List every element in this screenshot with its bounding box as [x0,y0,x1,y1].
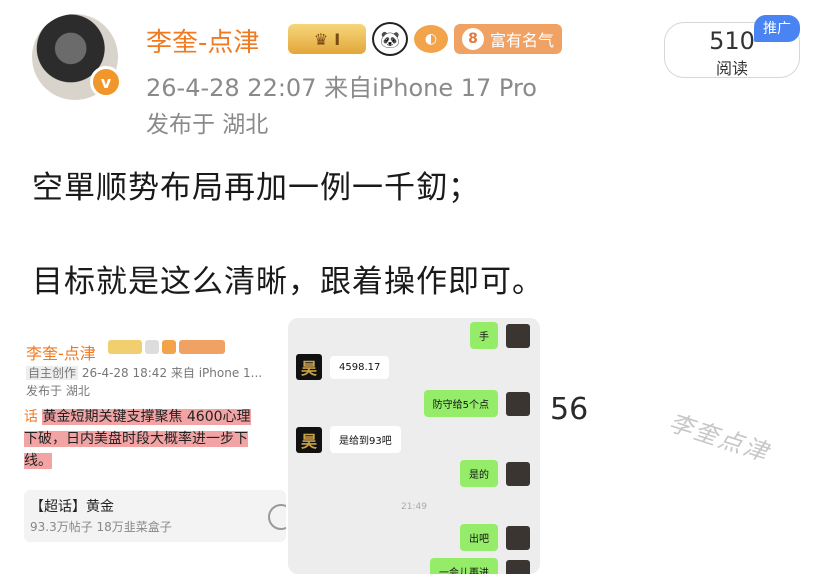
topic-stats: 93.3万帖子 18万韭菜盒子 [30,520,172,534]
post-text-line-1: 空單顺势布局再加一例一千釖； [32,170,480,206]
crown-icon [108,340,142,354]
chat-message: 昊 4598.17 [296,354,390,380]
fish-icon[interactable]: ◐ [414,25,448,53]
embedded-highlight-2: 下破，日内美盘时段大概率进一步下 [24,431,248,447]
chat-avatar-me [506,391,530,416]
chat-message: 昊 是给到93吧 [296,426,401,453]
chat-avatar-me [506,559,530,574]
author-badges: ♛ I 🐼 ◐ 8 富有名气 [288,22,562,56]
topic-title: 【超话】黄金 [30,499,114,515]
embedded-text-prefix: 话 [24,409,38,425]
side-number: 56 [550,392,589,427]
embedded-chat-screenshot[interactable]: 手 昊 4598.17 防守给5个点 昊 是给到93吧 是的 21:49 出吧 … [288,318,540,574]
chat-bubble: 防守给5个点 [423,390,498,417]
chat-message: 防守给5个点 [423,390,530,417]
chat-message: 一会儿再进 [430,558,530,574]
vip-level: I [334,29,341,49]
chat-message: 出吧 [460,524,530,551]
embedded-origin: 自主创作 [26,366,79,380]
chat-avatar-me [506,525,530,550]
embedded-meta: 自主创作 26-4-28 18:42 来自 iPhone 1... [26,364,262,381]
rich-level: 8 [461,28,484,50]
crown-icon: ♛ [313,29,329,49]
chat-message: 是的 [460,460,530,487]
chat-avatar-me [506,461,530,486]
chat-bubble: 4598.17 [330,355,390,379]
watermark: 李奎点津 [665,408,774,468]
chat-avatar-other: 昊 [296,426,322,453]
chat-timestamp: 21:49 [401,502,427,512]
fish-icon [162,340,176,354]
read-count-box[interactable]: 510 阅读 推广 [664,15,800,78]
embedded-time-device: 26-4-28 18:42 来自 iPhone 1... [81,366,263,380]
vip-crown-icon[interactable]: ♛ I [288,24,366,54]
chat-message: 手 [470,322,530,349]
chat-bubble: 出吧 [460,524,498,551]
read-label: 阅读 [715,59,748,78]
chat-avatar-me [506,323,530,348]
post-location: 发布于 湖北 [146,112,269,138]
author-name[interactable]: 李奎-点津 [146,22,259,59]
post-meta: 26-4-28 22:07 来自iPhone 17 Pro [146,74,537,102]
embedded-highlight-3: 线。 [24,453,52,469]
chat-bubble: 是的 [460,460,498,487]
embedded-post-text: 话 黄金短期关键支撑聚焦 4600心理 下破，日内美盘时段大概率进一步下 线。 [24,406,286,472]
panda-icon[interactable]: 🐼 [372,22,408,56]
follow-circle-icon[interactable] [268,504,286,530]
embedded-topic-card[interactable]: 【超话】黄金 93.3万帖子 18万韭菜盒子 [24,490,286,542]
chat-bubble: 一会儿再进 [430,558,498,574]
verified-badge-icon: v [90,66,122,98]
post-text-line-2: 目标就是这么清晰，跟着操作即可。 [32,264,544,300]
chat-bubble: 手 [470,322,498,349]
chat-bubble: 是给到93吧 [330,426,401,453]
embedded-highlight-1: 黄金短期关键支撑聚焦 4600心理 [42,409,251,425]
embedded-location: 发布于 湖北 [26,384,90,398]
author-avatar[interactable]: v [32,14,122,100]
embedded-post-screenshot[interactable]: 李奎-点津 自主创作 26-4-28 18:42 来自 iPhone 1... … [24,330,286,548]
promo-badge[interactable]: 推广 [754,15,800,42]
panda-icon [145,340,159,354]
chat-avatar-other: 昊 [296,354,322,380]
rich-badge [179,340,225,354]
rich-badge[interactable]: 8 富有名气 [454,24,562,54]
rich-badge-text: 富有名气 [489,31,554,50]
embedded-badges [108,340,225,354]
embedded-author-name: 李奎-点津 [26,344,96,363]
